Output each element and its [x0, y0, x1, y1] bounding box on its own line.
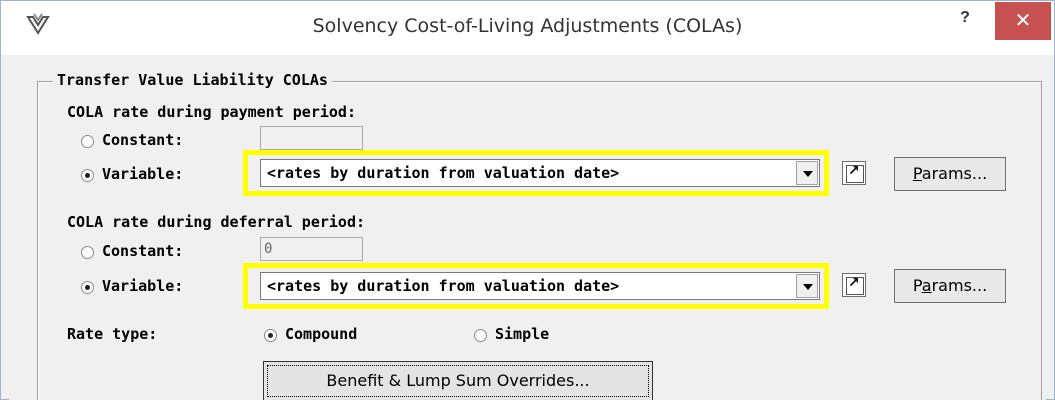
- payment-constant-field[interactable]: [260, 126, 363, 150]
- payment-period-heading: COLA rate during payment period:: [67, 103, 356, 121]
- payment-params-label: arams...: [921, 164, 988, 183]
- deferral-variable-value: <rates by duration from valuation date>: [267, 277, 620, 295]
- deferral-constant-field[interactable]: 0: [260, 237, 363, 261]
- payment-constant-label: Constant:: [102, 131, 184, 149]
- payment-open-link-icon[interactable]: [842, 161, 866, 185]
- rate-type-simple-label: Simple: [495, 325, 550, 343]
- chevron-down-icon[interactable]: [796, 274, 818, 298]
- deferral-period-heading: COLA rate during deferral period:: [67, 213, 366, 231]
- deferral-params-prefix: P: [912, 276, 922, 295]
- deferral-variable-radio[interactable]: [81, 281, 94, 294]
- payment-variable-label: Variable:: [102, 165, 184, 183]
- deferral-params-label: rams...: [931, 276, 988, 295]
- close-button[interactable]: ✕: [995, 2, 1051, 40]
- deferral-variable-dropdown[interactable]: <rates by duration from valuation date>: [260, 272, 820, 300]
- dialog-window: Solvency Cost-of-Living Adjustments (COL…: [0, 0, 1055, 400]
- payment-variable-dropdown[interactable]: <rates by duration from valuation date>: [260, 159, 820, 187]
- benefit-lump-sum-overrides-button[interactable]: Benefit & Lump Sum Overrides...: [263, 361, 653, 400]
- groupbox-legend: Transfer Value Liability COLAs: [53, 71, 332, 89]
- deferral-params-mnemonic: a: [921, 276, 932, 295]
- deferral-variable-label: Variable:: [102, 277, 184, 295]
- window-title: Solvency Cost-of-Living Adjustments (COL…: [312, 15, 743, 37]
- payment-params-mnemonic: P: [912, 164, 922, 183]
- rate-type-compound-radio[interactable]: [264, 329, 277, 342]
- transfer-value-groupbox: [37, 81, 1042, 400]
- rate-type-simple-radio[interactable]: [474, 329, 487, 342]
- payment-variable-value: <rates by duration from valuation date>: [267, 164, 620, 182]
- rate-type-label: Rate type:: [67, 325, 158, 343]
- title-bar[interactable]: Solvency Cost-of-Living Adjustments (COL…: [1, 1, 1054, 55]
- deferral-constant-radio[interactable]: [81, 246, 94, 259]
- deferral-params-button[interactable]: Params...: [894, 269, 1006, 303]
- payment-constant-radio[interactable]: [81, 135, 94, 148]
- payment-params-button[interactable]: Params...: [894, 157, 1006, 191]
- focus-rectangle: [267, 365, 649, 397]
- chevron-down-icon[interactable]: [796, 161, 818, 185]
- help-button[interactable]: ?: [945, 9, 985, 39]
- rate-type-compound-label: Compound: [285, 325, 358, 343]
- payment-variable-radio[interactable]: [81, 169, 94, 182]
- deferral-open-link-icon[interactable]: [842, 273, 866, 297]
- deferral-constant-label: Constant:: [102, 242, 184, 260]
